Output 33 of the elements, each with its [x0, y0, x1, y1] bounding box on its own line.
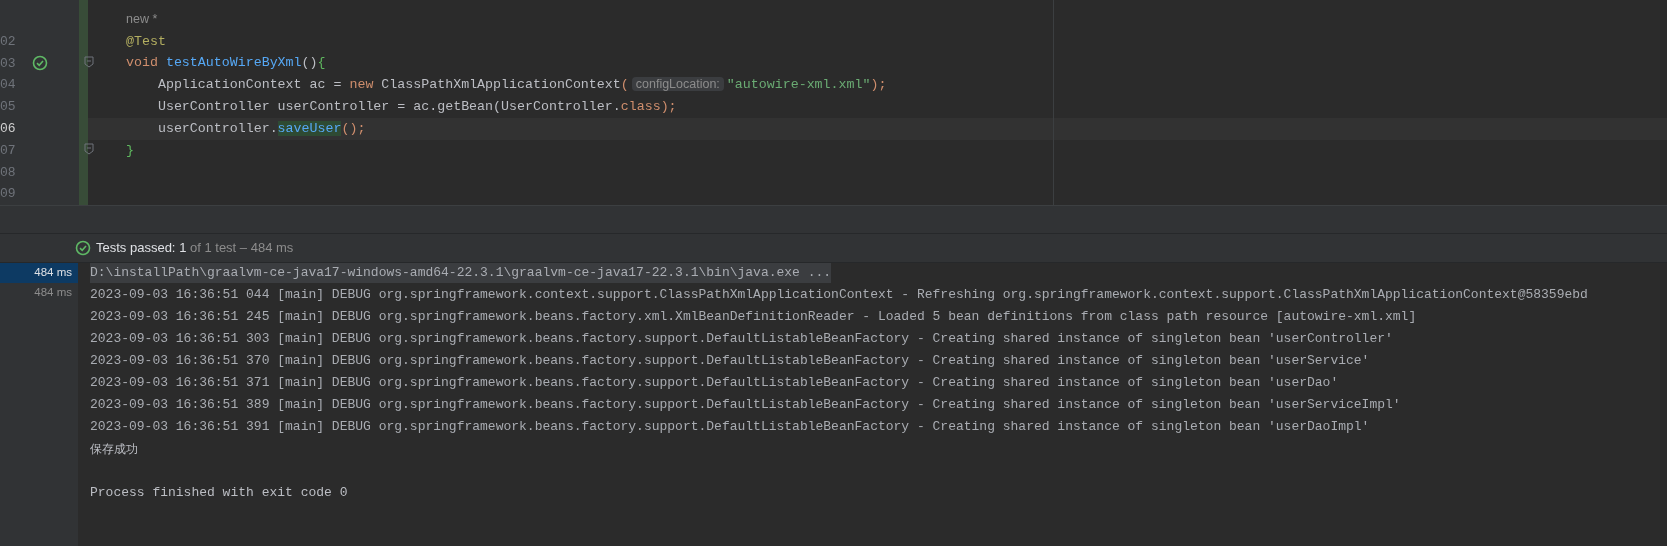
- line-number: 05: [0, 98, 17, 117]
- code-line: @Test: [126, 32, 166, 51]
- line-number: 03: [0, 54, 17, 73]
- code-line: UserController userController = ac.getBean(UserController.class);: [156, 97, 677, 116]
- line-number: 02: [0, 32, 17, 51]
- test-duration[interactable]: 484 ms: [0, 263, 78, 283]
- log-line: 2023-09-03 16:36:51 391 [main] DEBUG org.springframework.beans.factory.support.DefaultListableBeanFactory - Creating shared instance of singleton bean 'userDaoImpl': [90, 418, 1370, 437]
- log-line: 2023-09-03 16:36:51 044 [main] DEBUG org.springframework.context.support.ClassPathXmlApplicationContext - Refreshing org.springframework.context.support.ClassPathXmlApplicationContext@58359ebd: [90, 286, 1588, 305]
- log-line: 2023-09-03 16:36:51 371 [main] DEBUG org.springframework.beans.factory.support.DefaultListableBeanFactory - Creating shared instance of singleton bean 'userDao': [90, 374, 1339, 393]
- log-line: 2023-09-03 16:36:51 245 [main] DEBUG org.springframework.beans.factory.xml.XmlBeanDefinitionReader - Loaded 5 bean definitions from class path resource [autowire-xml.xml]: [90, 308, 1417, 327]
- log-line: 2023-09-03 16:36:51 370 [main] DEBUG org.springframework.beans.factory.support.DefaultListableBeanFactory - Creating shared instance of singleton bean 'userService': [90, 352, 1370, 371]
- code-line: void testAutoWireByXml(){: [126, 54, 326, 73]
- line-number: 06: [0, 119, 17, 138]
- fold-marker-icon[interactable]: [84, 143, 94, 156]
- run-passed-icon: [32, 55, 48, 72]
- log-line: 2023-09-03 16:36:51 303 [main] DEBUG org.springframework.beans.factory.support.DefaultListableBeanFactory - Creating shared instance of singleton bean 'userController': [90, 330, 1393, 349]
- line-number: 04: [0, 76, 17, 95]
- console-command: D:\installPath\graalvm-ce-java17-windows-amd64-22.3.1\graalvm-ce-java17-22.3.1\bin\java.exe ...: [90, 263, 832, 283]
- code-line: userController.saveUser();: [156, 119, 366, 138]
- console-output: 保存成功: [90, 441, 138, 458]
- author-hint: new *: [126, 11, 158, 29]
- line-number: 08: [0, 163, 17, 182]
- tests-passed-icon: [75, 240, 91, 256]
- code-line: }: [126, 141, 134, 160]
- line-number: 07: [0, 141, 17, 160]
- line-number: 09: [0, 185, 17, 204]
- test-status: Tests passed: 1 of 1 test – 484 ms: [96, 239, 294, 258]
- test-duration[interactable]: 484 ms: [0, 283, 78, 303]
- fold-marker-icon[interactable]: [84, 56, 94, 69]
- code-line: ApplicationContext ac = new ClassPathXmlApplicationContext( configLocation: "autowire-xml.xml");: [156, 76, 887, 95]
- exit-message: Process finished with exit code 0: [90, 484, 348, 503]
- parameter-hint: configLocation:: [631, 77, 724, 92]
- log-line: 2023-09-03 16:36:51 389 [main] DEBUG org.springframework.beans.factory.support.DefaultListableBeanFactory - Creating shared instance of singleton bean 'userServiceImpl': [90, 396, 1401, 415]
